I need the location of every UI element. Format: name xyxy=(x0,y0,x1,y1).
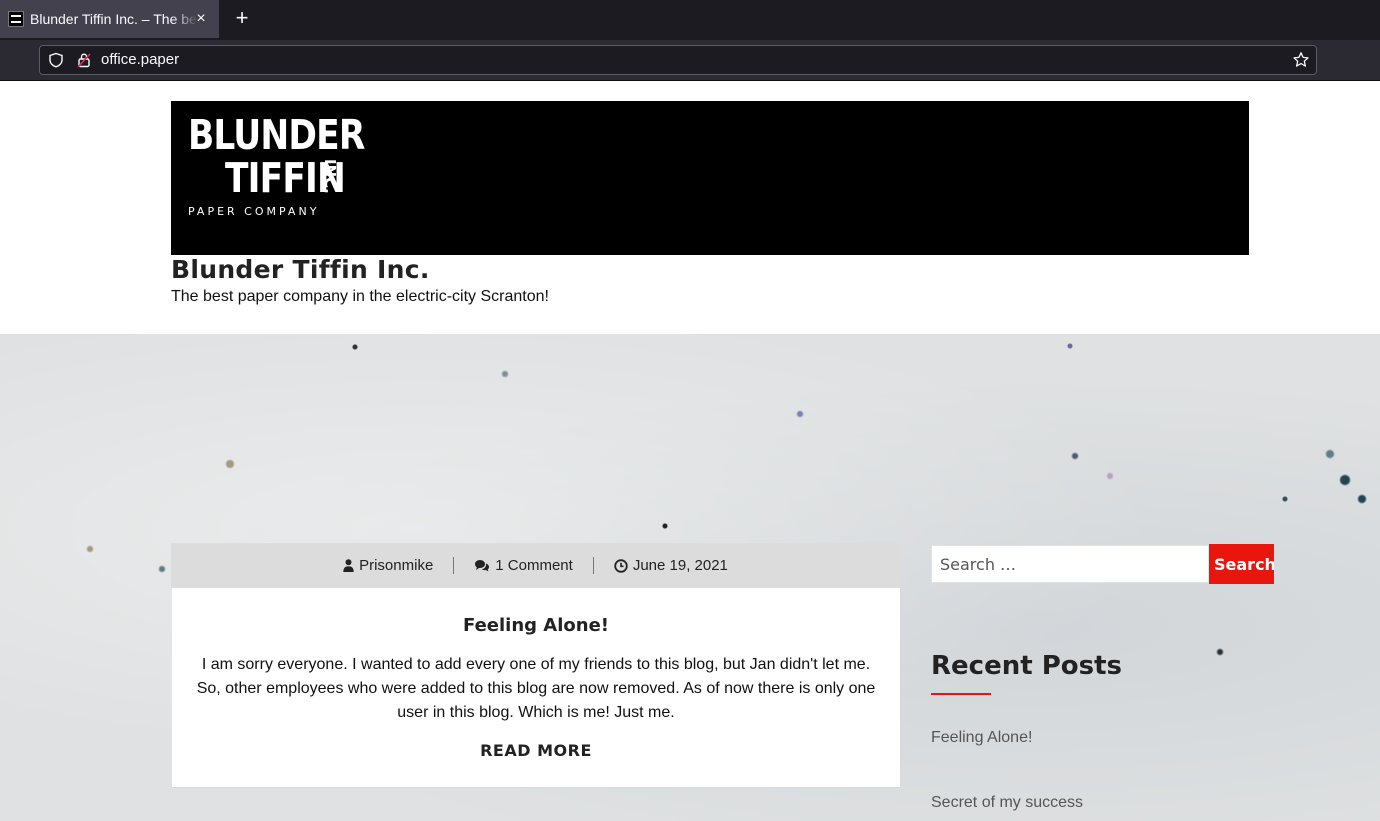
browser-tab[interactable]: Blunder Tiffin Inc. – The best paper com… xyxy=(0,0,219,38)
web-page: BLUNDER TIFFIN INC. PAPER COMPANY Blunde… xyxy=(0,81,1380,821)
heading-underline xyxy=(931,693,991,695)
logo-text-inc: INC. xyxy=(321,159,339,194)
search-button[interactable]: Search xyxy=(1209,544,1274,584)
logo-text-line1: BLUNDER xyxy=(188,111,365,159)
search-input[interactable] xyxy=(931,545,1209,583)
post-author[interactable]: Prisonmike xyxy=(323,557,453,574)
read-more-link[interactable]: READ MORE xyxy=(172,741,900,760)
post-title[interactable]: Feeling Alone! xyxy=(172,615,900,636)
post-meta-bar: Prisonmike 1 Comment June 19, 2021 xyxy=(171,543,900,588)
post-date[interactable]: June 19, 2021 xyxy=(594,557,748,574)
post-excerpt: I am sorry everyone. I wanted to add eve… xyxy=(196,656,876,721)
clock-icon xyxy=(614,558,628,573)
blog-post-card: Prisonmike 1 Comment June 19, 2021 Feeli… xyxy=(171,543,900,789)
recent-post-link[interactable]: Feeling Alone! xyxy=(931,729,1032,747)
site-header: BLUNDER TIFFIN INC. PAPER COMPANY Blunde… xyxy=(0,81,1380,334)
post-comments[interactable]: 1 Comment xyxy=(454,557,593,574)
address-bar[interactable]: office.paper xyxy=(39,45,1317,75)
site-logo-banner[interactable]: BLUNDER TIFFIN INC. PAPER COMPANY xyxy=(171,101,1249,255)
close-tab-icon[interactable]: × xyxy=(191,9,211,29)
bookmark-star-icon[interactable] xyxy=(1292,51,1310,69)
recent-post-link[interactable]: Secret of my success xyxy=(931,794,1083,812)
insecure-lock-icon[interactable] xyxy=(76,52,92,68)
shield-icon[interactable] xyxy=(48,52,64,68)
comments-icon xyxy=(475,560,490,572)
sidebar: Search Recent Posts Feeling Alone! Secre… xyxy=(931,543,1274,821)
user-icon xyxy=(343,559,354,572)
post-author-name[interactable]: Prisonmike xyxy=(359,557,433,574)
browser-nav-bar: office.paper xyxy=(0,40,1380,81)
browser-tab-bar: Blunder Tiffin Inc. – The best paper com… xyxy=(0,0,1380,40)
logo-subtitle: PAPER COMPANY xyxy=(188,205,320,218)
url-text[interactable]: office.paper xyxy=(101,52,179,68)
site-tagline: The best paper company in the electric-c… xyxy=(171,288,549,305)
recent-posts-heading: Recent Posts xyxy=(931,651,1122,681)
post-comments-count[interactable]: 1 Comment xyxy=(495,557,573,574)
tab-title: Blunder Tiffin Inc. – The best paper com… xyxy=(30,11,198,27)
site-title[interactable]: Blunder Tiffin Inc. xyxy=(171,255,430,284)
new-tab-button[interactable]: + xyxy=(231,7,253,30)
site-favicon-icon xyxy=(8,11,24,27)
post-date-text[interactable]: June 19, 2021 xyxy=(633,557,728,574)
post-body: Feeling Alone! I am sorry everyone. I wa… xyxy=(172,588,900,788)
